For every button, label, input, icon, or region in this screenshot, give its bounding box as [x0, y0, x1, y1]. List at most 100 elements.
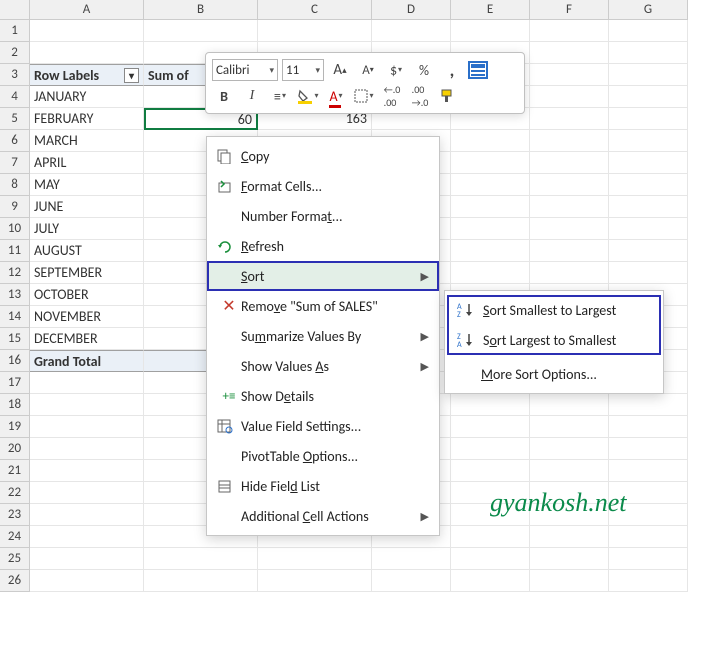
row-head[interactable]: 24	[0, 526, 30, 548]
menu-value-field-settings[interactable]: Value Field Settings...	[207, 411, 439, 441]
row-head[interactable]: 23	[0, 504, 30, 526]
col-head-C[interactable]: C	[258, 0, 372, 20]
pivot-row-label[interactable]: APRIL	[30, 152, 144, 174]
italic-icon[interactable]: I	[240, 85, 264, 107]
pivot-row-label[interactable]: OCTOBER	[30, 284, 144, 306]
col-head-G[interactable]: G	[609, 0, 688, 20]
pivot-row-label[interactable]: SEPTEMBER	[30, 262, 144, 284]
pivot-row-label[interactable]: AUGUST	[30, 240, 144, 262]
col-head-E[interactable]: E	[451, 0, 530, 20]
menu-label: PivotTable Options...	[241, 448, 429, 465]
row-head[interactable]: 8	[0, 174, 30, 196]
row-head[interactable]: 11	[0, 240, 30, 262]
menu-summarize-values[interactable]: Summarize Values By ▶	[207, 321, 439, 351]
increase-font-icon[interactable]: A▴	[328, 59, 352, 81]
select-all-corner[interactable]	[0, 0, 30, 20]
menu-refresh[interactable]: Refresh	[207, 231, 439, 261]
row-head[interactable]: 25	[0, 548, 30, 570]
submenu-sort-ascending[interactable]: AZ Sort Smallest to Largest	[447, 295, 661, 325]
row-head[interactable]: 18	[0, 394, 30, 416]
comma-format-icon[interactable]: ,	[440, 59, 464, 81]
submenu-label: More Sort Options...	[481, 366, 597, 383]
increase-decimal-icon[interactable]: ←.0.00	[380, 85, 404, 107]
row-head[interactable]: 14	[0, 306, 30, 328]
menu-label: Refresh	[241, 238, 429, 255]
menu-pivottable-options[interactable]: PivotTable Options...	[207, 441, 439, 471]
pivot-row-label[interactable]: NOVEMBER	[30, 306, 144, 328]
svg-text:Z: Z	[457, 310, 461, 318]
submenu-arrow-icon: ▶	[421, 270, 429, 283]
menu-additional-cell-actions[interactable]: Additional Cell Actions ▶	[207, 501, 439, 531]
show-details-icon: +≡	[217, 389, 241, 404]
borders-icon[interactable]: ▾	[352, 85, 376, 107]
col-head-A[interactable]: A	[30, 0, 144, 20]
percent-format-icon[interactable]: %	[412, 59, 436, 81]
format-painter-icon[interactable]	[436, 85, 460, 107]
row-head[interactable]: 26	[0, 570, 30, 592]
row-head[interactable]: 21	[0, 460, 30, 482]
row-head[interactable]: 16	[0, 350, 30, 372]
menu-sort[interactable]: Sort ▶	[207, 261, 439, 291]
context-menu: Copy Format Cells... Number Format... Re…	[206, 136, 440, 536]
row-head[interactable]: 4	[0, 86, 30, 108]
pivot-row-label[interactable]: MAY	[30, 174, 144, 196]
row-head[interactable]: 9	[0, 196, 30, 218]
pivot-row-label[interactable]: JULY	[30, 218, 144, 240]
accounting-format-icon[interactable]: $▾	[384, 59, 408, 81]
watermark: gyankosh.net	[490, 488, 626, 518]
submenu-arrow-icon: ▶	[421, 510, 429, 523]
menu-format-cells[interactable]: Format Cells...	[207, 171, 439, 201]
pivot-row-label[interactable]: FEBRUARY	[30, 108, 144, 130]
row-head[interactable]: 13	[0, 284, 30, 306]
menu-label: Sort	[241, 268, 421, 285]
pivot-row-label[interactable]: JUNE	[30, 196, 144, 218]
submenu-more-sort-options[interactable]: More Sort Options...	[445, 359, 663, 389]
mini-toolbar: Calibri▾ 11▾ A▴ A▾ $▾ % , B I ≡▾ ▾ A▾ ▾ …	[205, 52, 525, 114]
menu-remove[interactable]: ✕ Remove "Sum of SALES"	[207, 291, 439, 321]
menu-label: Additional Cell Actions	[241, 508, 421, 525]
row-head[interactable]: 19	[0, 416, 30, 438]
value-field-settings-icon	[217, 418, 241, 434]
pivot-row-label[interactable]: DECEMBER	[30, 328, 144, 350]
align-icon[interactable]: ≡▾	[268, 85, 292, 107]
row-head[interactable]: 6	[0, 130, 30, 152]
col-head-F[interactable]: F	[530, 0, 609, 20]
font-name-select[interactable]: Calibri▾	[212, 59, 278, 81]
font-color-icon[interactable]: A▾	[324, 85, 348, 107]
row-head[interactable]: 7	[0, 152, 30, 174]
menu-label: Hide Field List	[241, 478, 429, 495]
pivot-row-label[interactable]: JANUARY	[30, 86, 144, 108]
menu-show-details[interactable]: +≡ Show Details	[207, 381, 439, 411]
font-size-select[interactable]: 11▾	[282, 59, 324, 81]
pivot-row-label[interactable]: MARCH	[30, 130, 144, 152]
row-head[interactable]: 5	[0, 108, 30, 130]
fill-color-icon[interactable]: ▾	[296, 85, 320, 107]
col-head-B[interactable]: B	[144, 0, 258, 20]
col-head-D[interactable]: D	[372, 0, 451, 20]
row-head[interactable]: 20	[0, 438, 30, 460]
decrease-decimal-icon[interactable]: .00→.0	[408, 85, 432, 107]
decrease-font-icon[interactable]: A▾	[356, 59, 380, 81]
submenu-sort-descending[interactable]: ZA Sort Largest to Smallest	[447, 325, 661, 355]
row-head[interactable]: 12	[0, 262, 30, 284]
bold-icon[interactable]: B	[212, 85, 236, 107]
menu-label: Remove "Sum of SALES"	[241, 298, 429, 315]
row-head[interactable]: 22	[0, 482, 30, 504]
pivot-header-rowlabels[interactable]: Row Labels ▾	[30, 64, 144, 86]
menu-number-format[interactable]: Number Format...	[207, 201, 439, 231]
row-head[interactable]: 15	[0, 328, 30, 350]
row-head[interactable]: 17	[0, 372, 30, 394]
submenu-arrow-icon: ▶	[421, 360, 429, 373]
format-table-icon[interactable]	[468, 61, 488, 79]
row-head[interactable]: 2	[0, 42, 30, 64]
row-head[interactable]: 3	[0, 64, 30, 86]
menu-label: Copy	[241, 148, 429, 165]
refresh-icon	[217, 239, 241, 254]
row-head[interactable]: 10	[0, 218, 30, 240]
pivot-grand-total[interactable]: Grand Total	[30, 350, 144, 372]
filter-dropdown-icon[interactable]: ▾	[124, 68, 139, 83]
menu-copy[interactable]: Copy	[207, 141, 439, 171]
menu-show-values-as[interactable]: Show Values As ▶	[207, 351, 439, 381]
menu-hide-field-list[interactable]: Hide Field List	[207, 471, 439, 501]
row-head[interactable]: 1	[0, 20, 30, 42]
